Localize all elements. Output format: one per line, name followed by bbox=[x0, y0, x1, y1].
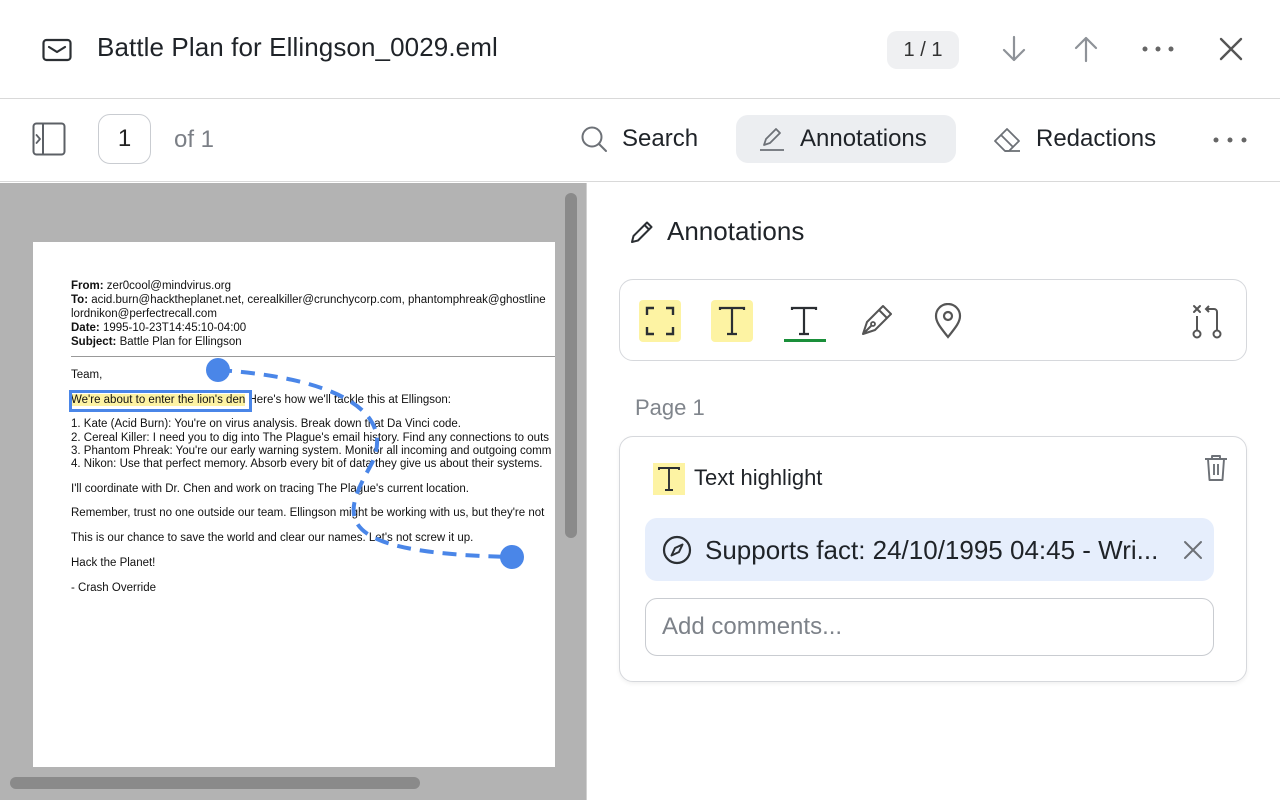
toolbar: 1 of 1 Search Annotations Redactions bbox=[0, 100, 1280, 182]
annotation-type-label: Text highlight bbox=[694, 465, 823, 490]
text-highlight-icon[interactable] bbox=[711, 300, 753, 342]
panel-header: Annotations bbox=[629, 216, 804, 247]
annotation-link-connector bbox=[206, 358, 524, 569]
match-counter: 1 / 1 bbox=[887, 31, 959, 69]
horizontal-scrollbar[interactable] bbox=[10, 777, 420, 789]
document-title: Battle Plan for Ellingson_0029.eml bbox=[97, 32, 498, 62]
redactions-label: Redactions bbox=[1036, 125, 1157, 152]
linked-fact-chip[interactable]: Supports fact: 24/10/1995 04:45 - Wri... bbox=[645, 518, 1214, 581]
mail-icon bbox=[42, 38, 72, 62]
close-icon[interactable] bbox=[1214, 32, 1248, 66]
panel-title: Annotations bbox=[667, 216, 805, 246]
search-button[interactable]: Search bbox=[558, 115, 718, 163]
link-handle-end bbox=[500, 545, 524, 569]
annotations-label: Annotations bbox=[800, 125, 927, 152]
fact-text: Supports fact: 24/10/1995 04:45 - Wri... bbox=[705, 535, 1159, 565]
annotation-tools bbox=[619, 279, 1247, 361]
search-icon bbox=[581, 126, 607, 152]
more-options-icon[interactable] bbox=[1212, 126, 1248, 154]
annotations-panel: Annotations Page 1 Text highlight Suppor… bbox=[588, 183, 1280, 800]
text-highlight-type-icon bbox=[653, 463, 685, 495]
trash-icon[interactable] bbox=[1202, 453, 1230, 483]
document-viewer[interactable]: From: zer0cool@mindvirus.org To: acid.bu… bbox=[0, 183, 587, 800]
title-bar: Battle Plan for Ellingson_0029.eml 1 / 1 bbox=[0, 0, 1280, 99]
page-count-label: of 1 bbox=[174, 126, 215, 153]
text-underline-icon[interactable] bbox=[783, 300, 825, 342]
more-horizontal-icon[interactable] bbox=[1141, 32, 1175, 66]
page-number-input[interactable]: 1 bbox=[98, 114, 151, 164]
search-label: Search bbox=[622, 125, 699, 152]
redactions-button[interactable]: Redactions bbox=[970, 115, 1176, 163]
annotations-button[interactable]: Annotations bbox=[736, 115, 956, 163]
page-group-label: Page 1 bbox=[635, 395, 705, 420]
eraser-icon bbox=[994, 128, 1020, 152]
annotation-card[interactable]: Text highlight Supports fact: 24/10/1995… bbox=[619, 436, 1247, 682]
arrow-up-icon[interactable] bbox=[1069, 32, 1103, 66]
arrow-down-icon[interactable] bbox=[997, 32, 1031, 66]
link-handle-start bbox=[206, 358, 230, 382]
link-nodes-icon[interactable] bbox=[1185, 300, 1227, 342]
sidebar-toggle-icon[interactable] bbox=[32, 122, 66, 156]
underline-color-bar bbox=[784, 339, 826, 342]
compass-icon bbox=[662, 535, 692, 565]
pencil-icon bbox=[631, 221, 653, 243]
pen-icon[interactable] bbox=[855, 300, 897, 342]
pin-icon[interactable] bbox=[927, 300, 969, 342]
vertical-scrollbar[interactable] bbox=[565, 193, 577, 538]
area-select-icon[interactable] bbox=[639, 300, 681, 342]
comment-input[interactable]: Add comments... bbox=[645, 598, 1214, 656]
remove-fact-icon[interactable] bbox=[1181, 538, 1205, 562]
pencil-underline-icon bbox=[760, 128, 784, 151]
